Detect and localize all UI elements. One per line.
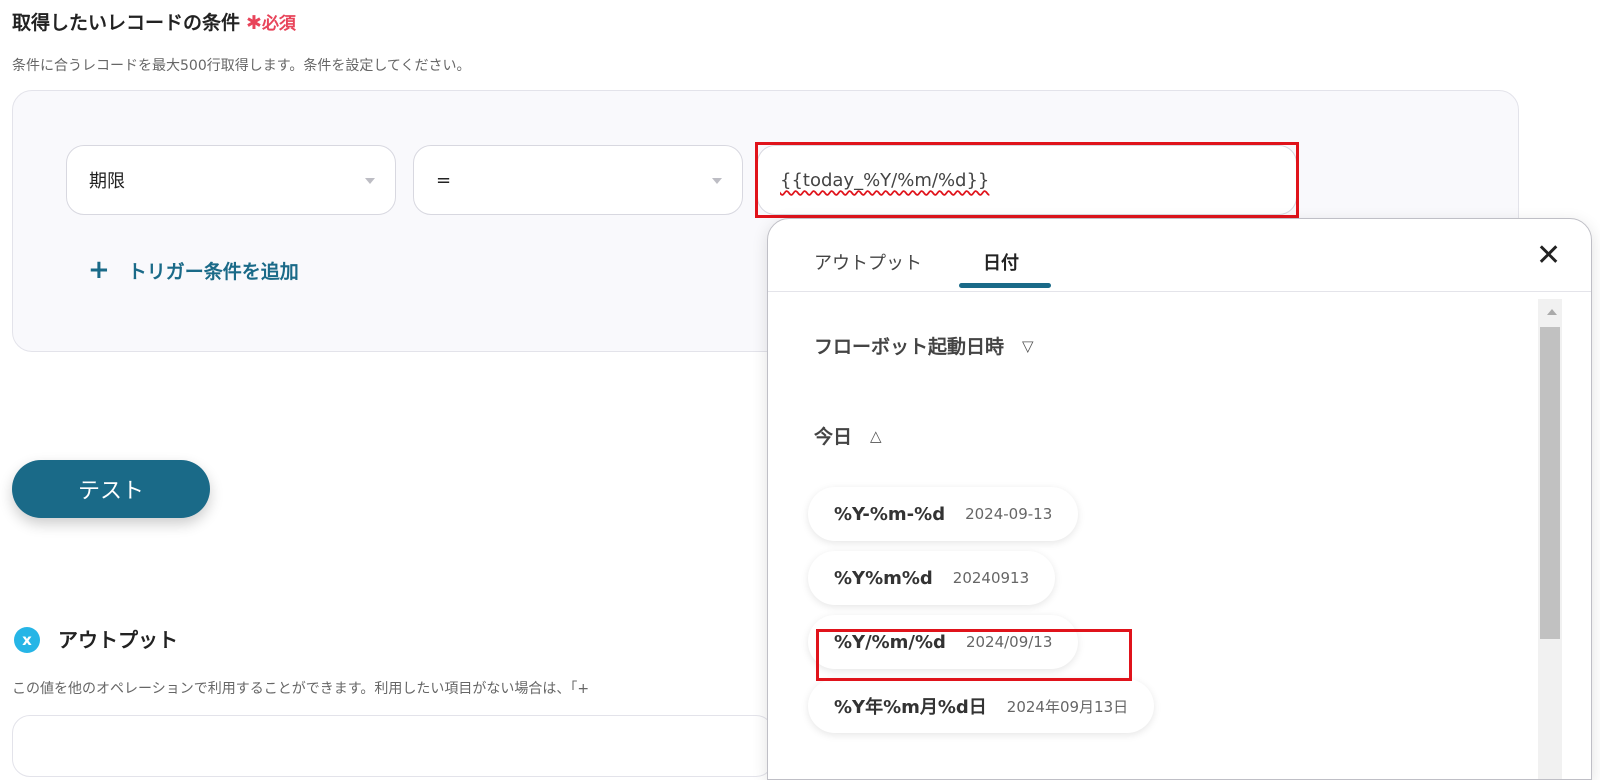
- output-title: アウトプット: [58, 628, 178, 652]
- add-condition-label: トリガー条件を追加: [127, 260, 299, 283]
- operator-select-value: =: [436, 169, 452, 191]
- add-condition-button[interactable]: + トリガー条件を追加: [88, 255, 299, 285]
- required-label: 必須: [261, 14, 296, 34]
- operator-select[interactable]: =: [413, 145, 743, 215]
- section-title-text: 取得したいレコードの条件: [12, 12, 241, 34]
- required-star-icon: ✱: [246, 12, 262, 34]
- date-format-chip[interactable]: %Y-%m-%d 2024-09-13: [808, 487, 1079, 541]
- tab-divider: [768, 291, 1591, 292]
- date-format-example: 2024-09-13: [965, 505, 1053, 523]
- field-select-caret-icon: [365, 178, 375, 184]
- date-format-example: 2024年09月13日: [1006, 697, 1129, 716]
- date-format-code: %Y-%m-%d: [834, 503, 946, 525]
- plus-icon: +: [88, 255, 110, 285]
- section-flowbot-start-label: フローボット起動日時: [814, 336, 1005, 358]
- date-format-code: %Y%m%d: [834, 567, 933, 589]
- section-today[interactable]: 今日 △: [814, 422, 882, 449]
- date-format-chip[interactable]: %Y%m%d 20240913: [808, 551, 1056, 605]
- value-input-highlight: [755, 142, 1299, 218]
- date-format-code: %Y年%m月%d日: [834, 697, 987, 718]
- field-select[interactable]: 期限: [66, 145, 396, 215]
- test-button[interactable]: テスト: [12, 460, 210, 518]
- section-today-label: 今日: [814, 426, 853, 448]
- output-description: この値を他のオペレーションで利用することができます。利用したい項目がない場合は、…: [12, 681, 590, 697]
- close-icon[interactable]: ✕: [1536, 241, 1561, 271]
- chevron-down-icon: ▽: [1022, 336, 1034, 355]
- scrollbar-thumb[interactable]: [1540, 327, 1560, 639]
- tab-output[interactable]: アウトプット: [814, 249, 922, 275]
- operator-select-caret-icon: [712, 178, 722, 184]
- chevron-up-icon: △: [870, 426, 882, 445]
- tab-date[interactable]: 日付: [983, 249, 1019, 275]
- section-title: 取得したいレコードの条件 ✱必須: [12, 8, 296, 35]
- active-tab-indicator: [959, 283, 1051, 288]
- section-description: 条件に合うレコードを最大500行取得します。条件を設定してください。: [12, 58, 471, 74]
- output-icon: x: [14, 627, 40, 653]
- field-select-value: 期限: [89, 171, 125, 192]
- date-format-example: 20240913: [952, 569, 1030, 587]
- scroll-up-arrow-icon[interactable]: [1547, 309, 1557, 315]
- selected-format-highlight: [816, 629, 1132, 681]
- section-flowbot-start[interactable]: フローボット起動日時 ▽: [814, 332, 1034, 359]
- output-box: [12, 715, 774, 777]
- variable-picker-panel: アウトプット 日付 ✕ フローボット起動日時 ▽ 今日 △ %Y-%m-%d 2…: [767, 218, 1592, 780]
- date-format-chip[interactable]: %Y年%m月%d日 2024年09月13日: [808, 679, 1155, 733]
